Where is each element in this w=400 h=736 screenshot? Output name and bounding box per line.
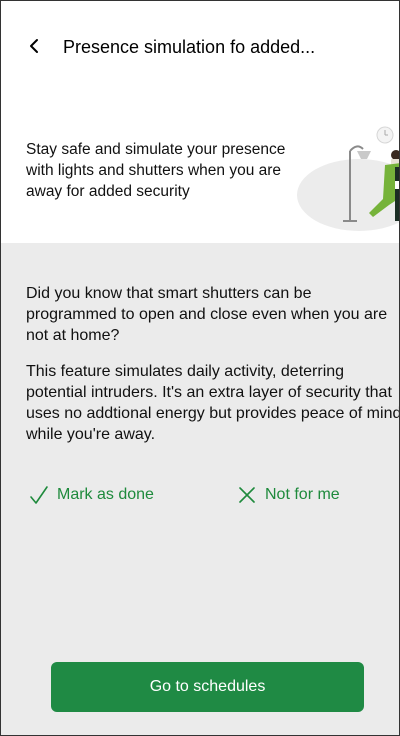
go-to-schedules-button[interactable]: Go to schedules — [51, 662, 364, 712]
tip-paragraph-2: This feature simulates daily activity, d… — [26, 363, 400, 443]
content-section: Did you know that smart shutters can be … — [1, 243, 400, 735]
chevron-left-icon — [30, 39, 38, 53]
mark-as-done-label: Mark as done — [57, 486, 154, 503]
intro-text: Stay safe and simulate your presence wit… — [26, 141, 286, 200]
back-button[interactable] — [19, 31, 49, 61]
person-with-floor-lamp-illustration — [291, 125, 399, 231]
close-icon — [237, 485, 257, 505]
mark-as-done-button[interactable]: Mark as done — [29, 485, 154, 505]
app-screen: Presence simulation fo added... Stay saf… — [0, 0, 400, 736]
header: Presence simulation fo added... — [1, 1, 399, 97]
page-title: Presence simulation fo added... — [63, 37, 316, 57]
not-for-me-label: Not for me — [265, 486, 340, 503]
intro-section: Stay safe and simulate your presence wit… — [1, 97, 399, 243]
checkmark-icon — [29, 485, 49, 505]
not-for-me-button[interactable]: Not for me — [237, 485, 340, 505]
tip-paragraph-1: Did you know that smart shutters can be … — [26, 285, 388, 344]
